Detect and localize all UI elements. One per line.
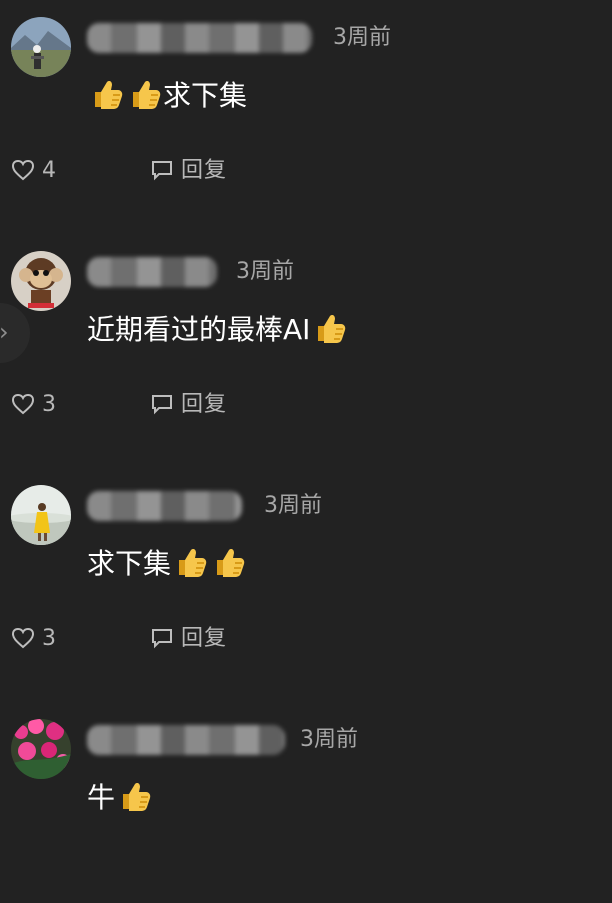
like-count: 3 [42,626,56,651]
comment-message: 牛 [87,781,116,814]
comment-time: 3周前 [264,493,322,518]
reply-button[interactable]: 回复 [181,389,227,421]
comment-actions: 4 回复 [11,155,311,187]
reply-icon[interactable] [150,392,174,416]
comment-message: 求下集 [163,79,248,112]
heart-icon[interactable] [11,392,35,416]
thumbs-up-icon [123,783,151,811]
blurred-username[interactable] [87,23,312,53]
reply-button[interactable]: 回复 [181,155,227,187]
comment-text: 牛 [87,778,153,818]
blurred-username[interactable] [87,257,217,287]
blurred-username[interactable] [87,491,242,521]
like-count: 4 [42,158,56,183]
like-count: 3 [42,392,56,417]
comment-actions: 3 回复 [11,623,311,655]
comment-text: 近期看过的最棒AI [87,310,348,350]
comment-item: 3周前 求下集 4 回复 [0,0,612,200]
blurred-username[interactable] [87,725,285,755]
comment-item: 3周前 近期看过的最棒AI 3 回复 [0,234,612,434]
heart-icon[interactable] [11,158,35,182]
comment-text: 求下集 [87,544,247,584]
comment-time: 3周前 [333,25,391,50]
flower-avatar[interactable] [11,719,71,779]
thumbs-up-icon [179,549,207,577]
comment-item: 3周前 牛 [0,703,612,903]
thumbs-up-icon [133,81,161,109]
reply-icon[interactable] [150,626,174,650]
beach-person-avatar[interactable] [11,485,71,545]
reply-button[interactable]: 回复 [181,623,227,655]
heart-icon[interactable] [11,626,35,650]
comment-message: 近期看过的最棒AI [87,313,311,346]
comment-text: 求下集 [87,76,247,116]
comment-time: 3周前 [236,259,294,284]
thumbs-up-icon [95,81,123,109]
comment-item: 3周前 求下集 3 回复 [0,468,612,668]
mountain-person-avatar[interactable] [11,17,71,77]
comment-time: 3周前 [300,727,358,752]
thumbs-up-icon [318,315,346,343]
thumbs-up-icon [217,549,245,577]
reply-icon[interactable] [150,158,174,182]
comment-message: 求下集 [87,547,172,580]
monkey-avatar[interactable] [11,251,71,311]
comment-actions: 3 回复 [11,389,311,421]
